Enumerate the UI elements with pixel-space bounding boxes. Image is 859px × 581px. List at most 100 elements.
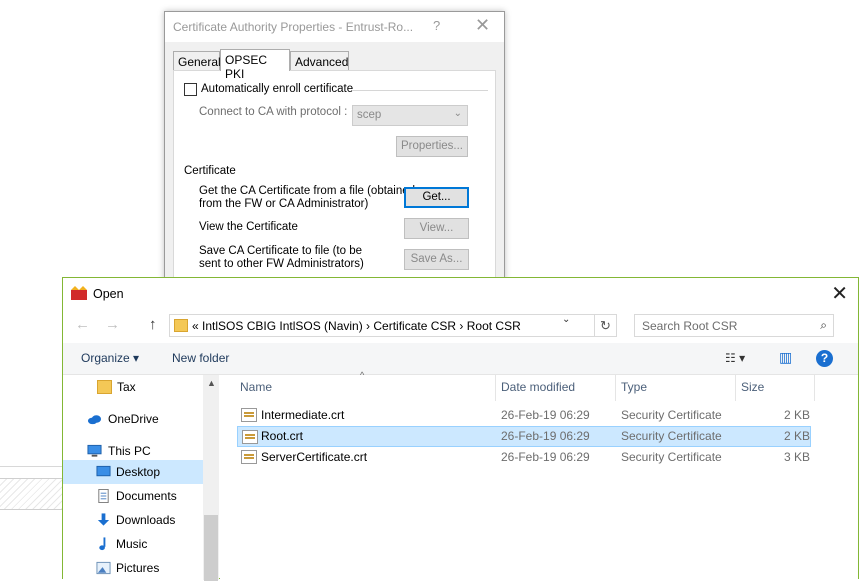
scrollbar-thumb[interactable] xyxy=(204,515,218,581)
search-input[interactable]: Search Root CSR ⌕ xyxy=(634,314,834,337)
get-description-line1: Get the CA Certificate from a file (obta… xyxy=(199,185,416,197)
file-date: 26-Feb-19 06:29 xyxy=(501,450,590,464)
nav-item-label: This PC xyxy=(108,444,151,458)
folder-icon xyxy=(97,380,112,394)
file-size: 3 KB xyxy=(784,450,811,464)
save-as-button[interactable]: Save As... xyxy=(404,249,469,270)
desktop-icon xyxy=(96,465,111,477)
folder-icon xyxy=(174,319,188,332)
view-description: View the Certificate xyxy=(199,221,298,233)
column-header-name[interactable]: Name xyxy=(240,380,272,394)
nav-item-music[interactable]: Music xyxy=(63,532,203,556)
protocol-select-value: scep xyxy=(357,109,382,121)
nav-item-label: Downloads xyxy=(116,513,176,527)
get-button[interactable]: Get... xyxy=(404,187,469,208)
certificate-icon xyxy=(241,408,257,422)
file-list: ^ Name Date modified Type Size Intermedi… xyxy=(220,370,858,580)
file-size: 2 KB xyxy=(784,408,811,422)
column-divider[interactable] xyxy=(495,375,496,401)
get-description-line2: from the FW or CA Administrator) xyxy=(199,198,369,210)
search-placeholder: Search Root CSR xyxy=(642,319,738,333)
nav-item-label: OneDrive xyxy=(108,412,159,426)
tab-advanced[interactable]: Advanced xyxy=(290,51,349,70)
computer-icon xyxy=(87,444,102,457)
help-icon[interactable]: ? xyxy=(433,18,440,33)
file-type: Security Certificate xyxy=(621,408,722,422)
file-date: 26-Feb-19 06:29 xyxy=(501,429,590,443)
open-dialog: Open ✕ ← → ↑ « IntlSOS CBIG IntlSOS (Nav… xyxy=(62,277,859,581)
up-arrow-icon[interactable]: ↑ xyxy=(149,316,157,333)
nav-item-onedrive[interactable]: OneDrive xyxy=(63,407,203,431)
open-dialog-title: Open xyxy=(93,287,124,301)
back-arrow-icon[interactable]: ← xyxy=(75,316,90,333)
file-type: Security Certificate xyxy=(621,429,722,443)
help-icon[interactable]: ? xyxy=(816,350,833,367)
nav-item-label: Documents xyxy=(116,489,177,503)
organize-button[interactable]: Organize ▾ xyxy=(81,351,139,365)
nav-item-downloads[interactable]: Downloads xyxy=(63,508,203,532)
file-date: 26-Feb-19 06:29 xyxy=(501,408,590,422)
column-divider[interactable] xyxy=(735,375,736,401)
certificate-icon xyxy=(242,430,258,444)
group-separator xyxy=(352,90,488,91)
open-titlebar: Open ✕ xyxy=(63,278,858,309)
close-icon[interactable]: ✕ xyxy=(831,281,848,306)
file-row-selected[interactable]: Root.crt 26-Feb-19 06:29 Security Certif… xyxy=(237,426,811,447)
ca-dialog-title: Certificate Authority Properties - Entru… xyxy=(173,20,414,34)
download-icon xyxy=(97,513,110,526)
certificate-section-label: Certificate xyxy=(184,165,236,177)
column-divider[interactable] xyxy=(814,375,815,401)
refresh-icon[interactable]: ↻ xyxy=(595,314,617,337)
address-path[interactable]: « IntlSOS CBIG IntlSOS (Navin) › Certifi… xyxy=(192,319,521,333)
address-bar[interactable]: « IntlSOS CBIG IntlSOS (Navin) › Certifi… xyxy=(169,314,595,337)
auto-enroll-checkbox[interactable] xyxy=(184,83,197,96)
scroll-up-icon[interactable]: ▲ xyxy=(207,378,216,388)
address-dropdown-icon[interactable]: ⌄ xyxy=(562,314,570,325)
navigation-pane: Tax OneDrive This PC Desktop Documents D… xyxy=(63,375,219,580)
column-header-date[interactable]: Date modified xyxy=(501,380,575,394)
auto-enroll-label: Automatically enroll certificate xyxy=(201,83,354,95)
file-size: 2 KB xyxy=(784,429,811,443)
view-options-icon[interactable]: ☷ ▾ xyxy=(725,351,745,365)
nav-item-label: Music xyxy=(116,537,148,551)
protocol-select[interactable]: scep ⌄ xyxy=(352,105,468,126)
nav-scrollbar[interactable]: ▲ xyxy=(203,375,219,581)
properties-button[interactable]: Properties... xyxy=(396,136,468,157)
music-icon xyxy=(99,537,106,551)
close-icon[interactable]: ✕ xyxy=(475,15,490,36)
certificate-icon xyxy=(241,450,257,464)
nav-item-tax[interactable]: Tax xyxy=(63,375,203,399)
navigation-bar: ← → ↑ « IntlSOS CBIG IntlSOS (Navin) › C… xyxy=(63,309,858,343)
cloud-icon xyxy=(87,415,102,425)
chevron-down-icon: ⌄ xyxy=(453,108,462,119)
pictures-icon xyxy=(96,561,111,575)
nav-item-documents[interactable]: Documents xyxy=(63,484,203,508)
tab-general[interactable]: General xyxy=(173,51,221,70)
opsec-pki-panel: Automatically enroll certificate Connect… xyxy=(173,70,496,290)
search-icon[interactable]: ⌕ xyxy=(820,318,827,333)
nav-item-desktop[interactable]: Desktop xyxy=(63,460,203,484)
app-icon xyxy=(71,286,87,300)
forward-arrow-icon[interactable]: → xyxy=(105,316,120,333)
nav-item-pictures[interactable]: Pictures xyxy=(63,556,203,580)
column-divider[interactable] xyxy=(615,375,616,401)
ca-properties-dialog: Certificate Authority Properties - Entru… xyxy=(164,11,505,290)
documents-icon xyxy=(98,489,109,503)
nav-item-label: Pictures xyxy=(116,561,160,575)
command-bar: Organize ▾ New folder ☷ ▾ ▥ ? xyxy=(63,343,858,375)
file-name: ServerCertificate.crt xyxy=(261,450,368,464)
new-folder-button[interactable]: New folder xyxy=(172,351,229,365)
column-header-size[interactable]: Size xyxy=(741,380,764,394)
file-type: Security Certificate xyxy=(621,450,722,464)
file-name: Intermediate.crt xyxy=(261,408,345,422)
file-row[interactable]: ServerCertificate.crt 26-Feb-19 06:29 Se… xyxy=(237,447,811,468)
protocol-label: Connect to CA with protocol : xyxy=(199,106,348,118)
ca-titlebar: Certificate Authority Properties - Entru… xyxy=(165,12,504,42)
nav-item-label: Tax xyxy=(117,380,136,394)
column-header-type[interactable]: Type xyxy=(621,380,647,394)
file-row[interactable]: Intermediate.crt 26-Feb-19 06:29 Securit… xyxy=(237,405,811,426)
tab-opsec-pki[interactable]: OPSEC PKI xyxy=(220,49,290,81)
sort-ascending-icon: ^ xyxy=(360,370,365,380)
preview-pane-icon[interactable]: ▥ xyxy=(779,349,792,366)
view-button[interactable]: View... xyxy=(404,218,469,239)
